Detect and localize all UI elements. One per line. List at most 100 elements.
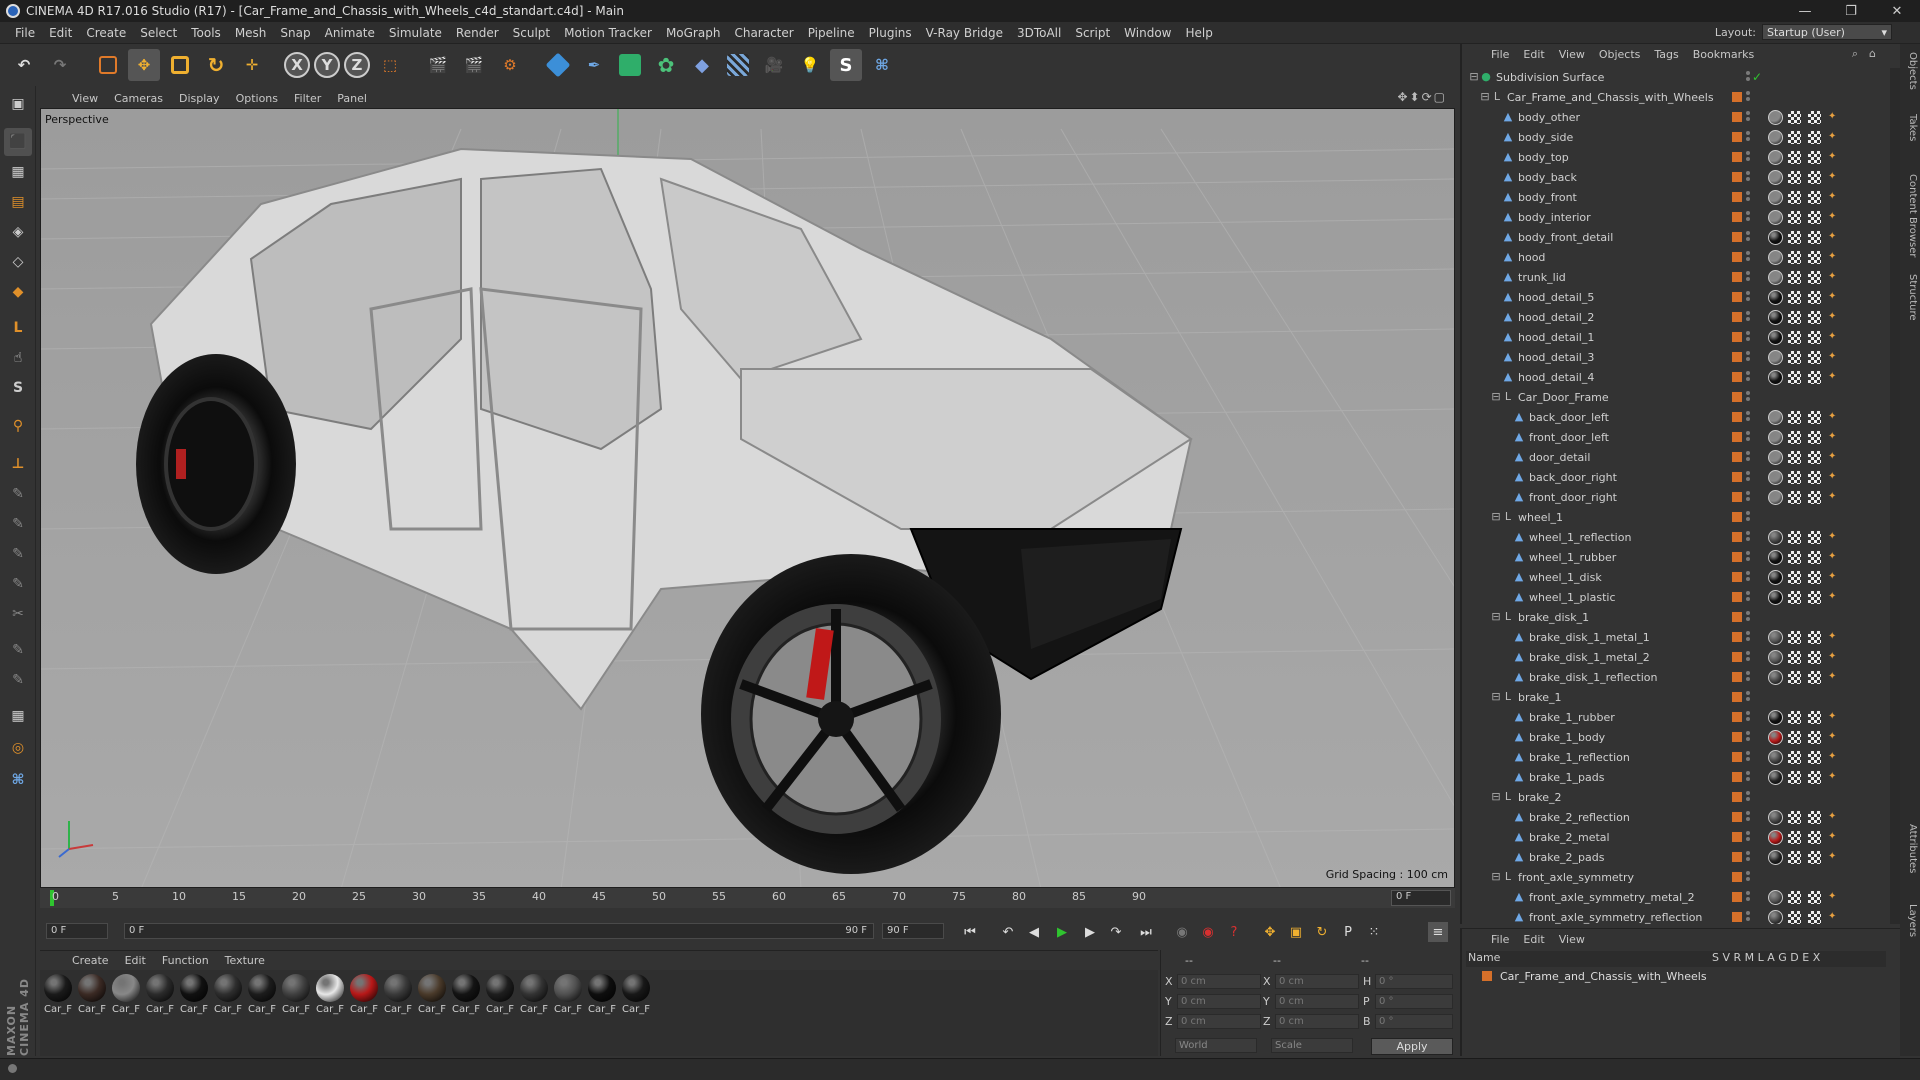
camera-icon[interactable]: 🎥 xyxy=(758,49,790,81)
visibility-dots-icon[interactable] xyxy=(1746,851,1750,865)
start-frame-field[interactable]: 0 F xyxy=(46,923,108,939)
viewport-menu-display[interactable]: Display xyxy=(171,92,228,105)
previous-key-icon[interactable]: ↶ xyxy=(998,922,1018,942)
material-tag-icon[interactable] xyxy=(1768,370,1783,385)
layout-dropdown[interactable]: Startup (User) ▾ xyxy=(1762,24,1892,40)
phong-tag-icon[interactable]: ✦ xyxy=(1828,532,1838,542)
texture-tag-icon[interactable] xyxy=(1788,231,1801,244)
tab-content-browser[interactable]: Content Browser xyxy=(1902,174,1918,257)
phong-tag-icon[interactable]: ✦ xyxy=(1828,632,1838,642)
texture-tag-icon[interactable] xyxy=(1788,291,1801,304)
uvw-tag-icon[interactable] xyxy=(1808,151,1821,164)
texture-tag-icon[interactable] xyxy=(1788,551,1801,564)
texture-tag-icon[interactable] xyxy=(1788,651,1801,664)
object-row[interactable]: ▲ brake_disk_1_reflection ✦ xyxy=(1462,668,1890,688)
object-row[interactable]: ▲ wheel_1_disk ✦ xyxy=(1462,568,1890,588)
texture-tag-icon[interactable] xyxy=(1788,191,1801,204)
phong-tag-icon[interactable]: ✦ xyxy=(1828,212,1838,222)
uvw-tag-icon[interactable] xyxy=(1808,571,1821,584)
scale-dropdown[interactable]: Scale xyxy=(1271,1038,1353,1053)
tab-takes[interactable]: Takes xyxy=(1902,114,1918,141)
phong-tag-icon[interactable]: ✦ xyxy=(1828,252,1838,262)
menu-animate[interactable]: Animate xyxy=(318,26,382,40)
phong-tag-icon[interactable]: ✦ xyxy=(1828,352,1838,362)
visibility-dots-icon[interactable] xyxy=(1746,871,1750,885)
visibility-dots-icon[interactable] xyxy=(1746,171,1750,185)
material-menu-edit[interactable]: Edit xyxy=(117,954,154,967)
coord-size-field[interactable]: 0 cm xyxy=(1275,974,1359,989)
texture-tag-icon[interactable] xyxy=(1788,811,1801,824)
expand-icon[interactable]: ⊟ xyxy=(1490,871,1502,883)
phong-tag-icon[interactable]: ✦ xyxy=(1828,412,1838,422)
tab-layers[interactable]: Layers xyxy=(1902,904,1918,937)
uvw-tag-icon[interactable] xyxy=(1808,171,1821,184)
visibility-dots-icon[interactable] xyxy=(1746,131,1750,145)
menu-motion-tracker[interactable]: Motion Tracker xyxy=(557,26,659,40)
object-row[interactable]: ▲ front_door_left ✦ xyxy=(1462,428,1890,448)
phong-tag-icon[interactable]: ✦ xyxy=(1828,372,1838,382)
expand-icon[interactable]: ⊟ xyxy=(1490,791,1502,803)
visibility-dots-icon[interactable] xyxy=(1746,371,1750,385)
uvw-tag-icon[interactable] xyxy=(1808,851,1821,864)
phong-tag-icon[interactable]: ✦ xyxy=(1828,192,1838,202)
phong-tag-icon[interactable]: ✦ xyxy=(1828,292,1838,302)
key-pla-icon[interactable]: ⁙ xyxy=(1364,922,1384,942)
uvw-tag-icon[interactable] xyxy=(1808,751,1821,764)
uvw-tag-icon[interactable] xyxy=(1808,191,1821,204)
object-list-scrollbar[interactable] xyxy=(1890,68,1900,924)
phong-tag-icon[interactable]: ✦ xyxy=(1828,812,1838,822)
coord-size-field[interactable]: 0 cm xyxy=(1275,1014,1359,1029)
material-tag-icon[interactable] xyxy=(1768,590,1783,605)
visibility-dots-icon[interactable] xyxy=(1746,591,1750,605)
phong-tag-icon[interactable]: ✦ xyxy=(1828,592,1838,602)
material-tag-icon[interactable] xyxy=(1768,850,1783,865)
menu-mesh[interactable]: Mesh xyxy=(228,26,274,40)
material-tag-icon[interactable] xyxy=(1768,650,1783,665)
phong-tag-icon[interactable]: ✦ xyxy=(1828,332,1838,342)
layer-menu-view[interactable]: View xyxy=(1552,933,1592,946)
texture-tag-icon[interactable] xyxy=(1788,851,1801,864)
object-row[interactable]: ⊟ Lbrake_2 xyxy=(1462,788,1890,808)
visibility-dots-icon[interactable] xyxy=(1746,891,1750,905)
texture-tag-icon[interactable] xyxy=(1788,471,1801,484)
phong-tag-icon[interactable]: ✦ xyxy=(1828,572,1838,582)
floor-icon[interactable] xyxy=(722,49,754,81)
z-axis-icon[interactable]: Z xyxy=(344,52,370,78)
material-swatch[interactable]: Car_F xyxy=(316,974,346,1015)
phong-tag-icon[interactable]: ✦ xyxy=(1828,112,1838,122)
uvw-tag-icon[interactable] xyxy=(1808,251,1821,264)
menu-v-ray-bridge[interactable]: V-Ray Bridge xyxy=(919,26,1010,40)
material-tag-icon[interactable] xyxy=(1768,770,1783,785)
world-dropdown[interactable]: World xyxy=(1175,1038,1257,1053)
texture-tag-icon[interactable] xyxy=(1788,831,1801,844)
material-tag-icon[interactable] xyxy=(1768,270,1783,285)
texture-tag-icon[interactable] xyxy=(1788,331,1801,344)
viewport-menu-filter[interactable]: Filter xyxy=(286,92,329,105)
uvw-tag-icon[interactable] xyxy=(1808,771,1821,784)
visibility-dots-icon[interactable] xyxy=(1746,211,1750,225)
material-tag-icon[interactable] xyxy=(1768,210,1783,225)
object-row[interactable]: ▲ back_door_left ✦ xyxy=(1462,408,1890,428)
timeline-ruler[interactable]: 0 F 0 5 10 15 20 25 30 35 40 45 50 55 60 65 70 75 80 85 90 xyxy=(40,888,1455,908)
timeline-menu-icon[interactable]: ≡ xyxy=(1428,922,1448,942)
object-row[interactable]: ▲ hood_detail_5 ✦ xyxy=(1462,288,1890,308)
object-row[interactable]: ▲ body_top ✦ xyxy=(1462,148,1890,168)
coord-pos-field[interactable]: 0 cm xyxy=(1177,1014,1261,1029)
polygons-mode-icon[interactable]: ◆ xyxy=(4,278,32,306)
uvw-tag-icon[interactable] xyxy=(1808,891,1821,904)
coord-rot-field[interactable]: 0 ° xyxy=(1375,994,1453,1009)
material-swatch[interactable]: Car_F xyxy=(622,974,652,1015)
phong-tag-icon[interactable]: ✦ xyxy=(1828,152,1838,162)
material-tag-icon[interactable] xyxy=(1768,710,1783,725)
object-row[interactable]: ⊟ L Car_Door_Frame xyxy=(1462,388,1890,408)
visibility-dots-icon[interactable] xyxy=(1746,311,1750,325)
next-frame-icon[interactable]: ▶ xyxy=(1080,922,1100,942)
texture-tag-icon[interactable] xyxy=(1788,631,1801,644)
uvw-tag-icon[interactable] xyxy=(1808,271,1821,284)
material-swatch[interactable]: Car_F xyxy=(282,974,312,1015)
material-tag-icon[interactable] xyxy=(1768,410,1783,425)
material-swatch[interactable]: Car_F xyxy=(486,974,516,1015)
scale-icon[interactable] xyxy=(164,49,196,81)
visibility-dots-icon[interactable] xyxy=(1746,111,1750,125)
move-icon[interactable]: ✥ xyxy=(128,49,160,81)
